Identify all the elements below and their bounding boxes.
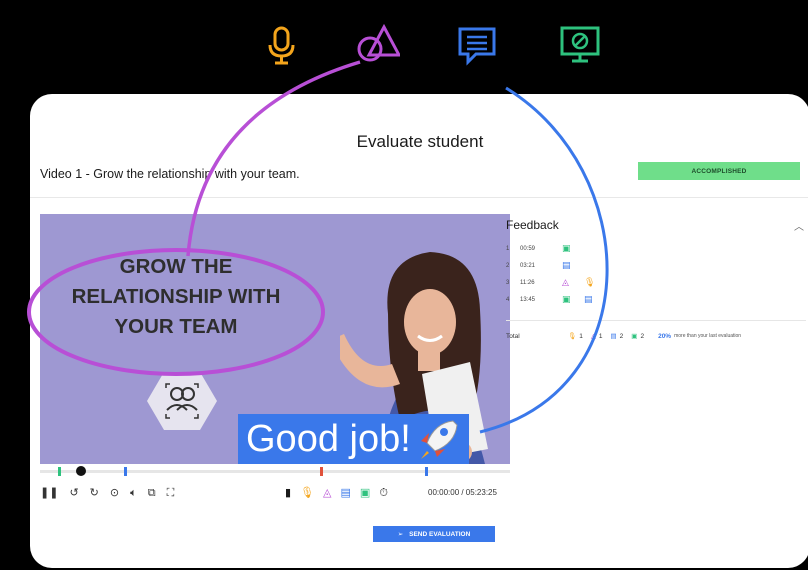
pause-icon[interactable]: ❚❚ [40, 486, 58, 500]
divider [30, 197, 808, 198]
chat-tool-icon[interactable]: ▤ [341, 486, 351, 500]
shapes-icon[interactable] [356, 22, 400, 66]
timeline-marker[interactable] [425, 467, 428, 476]
player-controls: ❚❚ ↺ ↻ ⊙ 🔈︎ ⧉ ⛶ [40, 486, 174, 500]
volume-icon[interactable]: 🔈︎ [130, 486, 137, 500]
video-timeline[interactable] [40, 466, 510, 476]
team-icon [147, 372, 217, 430]
total-screen: 2 [640, 332, 645, 340]
timer-icon[interactable]: ⏱︎ [379, 486, 388, 500]
annotation-tools: ▮ 🎙︎ ◬ ▤ ▣ ⏱︎ [285, 486, 388, 500]
video-title: Video 1 - Grow the relationship with you… [40, 167, 300, 181]
microphone-icon[interactable] [260, 22, 304, 66]
top-toolbar [0, 0, 808, 96]
screen-icon[interactable] [558, 22, 602, 66]
divider [506, 320, 806, 321]
shapes-icon: ◬ [590, 333, 596, 340]
headline-line-1: GROW THE [119, 255, 233, 278]
rocket-icon [420, 420, 458, 459]
microphone-icon: 🎙︎ [568, 333, 577, 340]
row-number: 1 [506, 245, 510, 252]
chat-icon: ▤ [610, 333, 617, 340]
good-job-text: Good job! [246, 417, 411, 460]
improvement-text: more than your last evaluation [674, 333, 742, 339]
row-time: 00:59 [520, 245, 536, 252]
bookmark-icon[interactable]: ▮ [285, 486, 291, 500]
feedback-row[interactable]: 2 03:21 ▤ [506, 257, 806, 274]
chat-icon[interactable] [455, 22, 499, 66]
video-time: 00:00:00 / 05:23:25 [428, 488, 497, 497]
row-number: 2 [506, 262, 510, 269]
headline-line-3: YOUR TEAM [114, 315, 238, 338]
feedback-panel: Feedback 1 00:59 ▣ 2 03:21 ▤ 3 11:26 ◬ 🎙… [506, 218, 806, 308]
row-number: 4 [506, 296, 510, 303]
headline-line-2: RELATIONSHIP WITH [71, 285, 281, 308]
status-badge: ACCOMPLISHED [638, 162, 800, 180]
row-number: 3 [506, 279, 510, 286]
send-icon: ➢ [397, 531, 404, 538]
row-time: 03:21 [520, 262, 536, 269]
send-evaluation-button[interactable]: ➢ SEND EVALUATION [373, 526, 495, 542]
total-chat: 2 [619, 332, 624, 340]
send-label: SEND EVALUATION [409, 530, 471, 538]
feedback-row[interactable]: 4 13:45 ▣ ▤ [506, 291, 806, 308]
feedback-row[interactable]: 3 11:26 ◬ 🎙︎ [506, 274, 806, 291]
total-label: Total [506, 332, 520, 340]
mic-tool-icon[interactable]: 🎙︎ [300, 486, 314, 500]
microphone-icon: 🎙︎ [584, 277, 596, 287]
screen-icon: ▣ [562, 243, 571, 253]
chat-icon: ▤ [562, 260, 571, 270]
screen-icon: ▣ [631, 333, 638, 340]
row-time: 13:45 [520, 296, 536, 303]
timeline-marker[interactable] [320, 467, 323, 476]
collapse-icon[interactable]: ︿ [794, 218, 804, 233]
chat-icon: ▤ [584, 294, 593, 304]
speed-icon[interactable]: ⊙ [110, 486, 119, 500]
playhead[interactable] [76, 466, 86, 476]
feedback-row[interactable]: 1 00:59 ▣ [506, 240, 806, 257]
screen-tool-icon[interactable]: ▣ [360, 486, 370, 500]
good-job-sticker: Good job! [238, 414, 469, 464]
row-time: 11:26 [520, 279, 535, 286]
shapes-icon: ◬ [562, 277, 569, 287]
timeline-marker[interactable] [58, 467, 61, 476]
video-headline: GROW THE RELATIONSHIP WITH YOUR TEAM [40, 252, 312, 342]
fullscreen-icon[interactable]: ⛶ [167, 486, 175, 500]
timeline-marker[interactable] [124, 467, 127, 476]
page-title: Evaluate student [356, 132, 484, 151]
forward-icon[interactable]: ↻ [90, 486, 99, 500]
evaluation-card: Evaluate student Video 1 - Grow the rela… [30, 94, 808, 568]
app-stage: Evaluate student Video 1 - Grow the rela… [0, 0, 808, 570]
feedback-total: Total 🎙︎ 1 ◬ 1 ▤ 2 ▣ 2 20% more than you… [506, 332, 806, 341]
total-shapes: 1 [598, 332, 603, 340]
feedback-title: Feedback [506, 218, 559, 232]
total-mic: 1 [579, 332, 583, 340]
improvement-value: 20% [658, 332, 672, 340]
pip-icon[interactable]: ⧉ [148, 486, 156, 500]
screen-icon: ▣ [562, 294, 571, 304]
shapes-tool-icon[interactable]: ◬ [323, 486, 331, 500]
rewind-icon[interactable]: ↺ [69, 486, 78, 500]
